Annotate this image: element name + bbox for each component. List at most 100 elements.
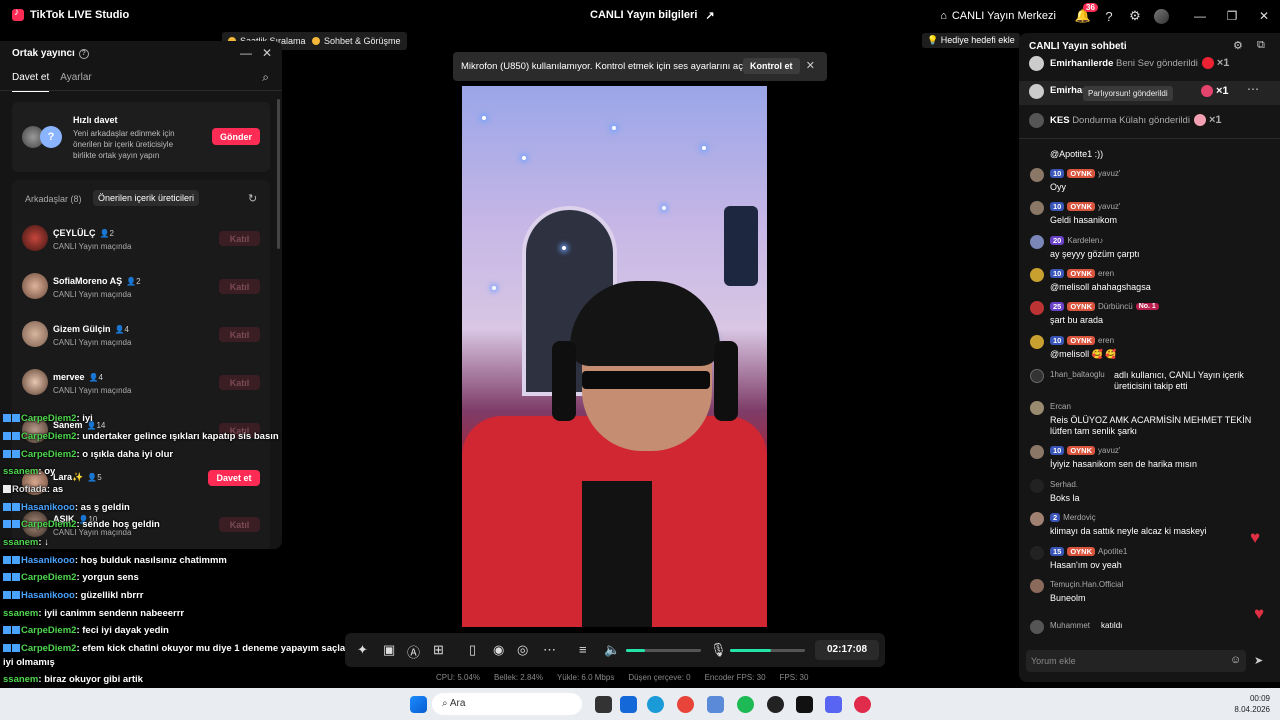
stats-bar: CPU: 5.04% Bellek: 2.84% Yükle: 6.0 Mbps…	[436, 673, 808, 682]
gift-tooltip: Parlıyorsun! gönderildi	[1083, 86, 1173, 101]
creator-status: CANLI Yayın maçında	[53, 338, 132, 347]
creator-status: CANLI Yayın maçında	[53, 386, 132, 395]
tiktok-icon[interactable]	[796, 696, 813, 713]
chat-meet-label: Sohbet & Görüşme	[324, 36, 401, 46]
join-button[interactable]: Katıl	[219, 279, 260, 294]
windows-start-icon[interactable]	[410, 696, 427, 713]
creator-status: CANLI Yayın maçında	[53, 242, 132, 251]
live-chat-panel: CANLI Yayın sohbeti ⚙ ⧉ Emirhanilerde Be…	[1019, 33, 1280, 682]
headset-right	[714, 341, 738, 421]
heart-icon: ♥	[1254, 604, 1265, 623]
title-bar: TikTok LIVE Studio CANLI Yayın bilgileri…	[0, 0, 1280, 32]
send-icon[interactable]: ➤	[1254, 654, 1263, 667]
discord-icon[interactable]	[825, 696, 842, 713]
record-icon[interactable]: ◉	[493, 642, 504, 658]
popout-icon[interactable]: ⧉	[1257, 39, 1265, 52]
avatar	[22, 273, 48, 299]
chat-meet-icon	[312, 37, 320, 45]
creator-status: CANLI Yayın maçında	[53, 290, 132, 299]
creator-item: Gizem Gülçin 👤4 CANLI Yayın maçında Katıl	[22, 321, 267, 355]
join-button[interactable]: Katıl	[219, 231, 260, 246]
live-info-label: CANLI Yayın bilgileri	[590, 9, 698, 21]
tab-invite[interactable]: Davet et	[12, 72, 50, 92]
gift-icon	[1193, 114, 1206, 127]
chat-title: CANLI Yayın sohbeti	[1029, 41, 1127, 52]
ai-icon[interactable]: Ⓐ	[407, 642, 420, 661]
mic-slider[interactable]	[730, 649, 805, 652]
avatar[interactable]	[1148, 0, 1174, 32]
creator-item: mervee 👤4 CANLI Yayın maçında Katıl	[22, 369, 267, 403]
live-timer: 02:17:08	[815, 640, 879, 660]
equalizer-icon[interactable]: ≡	[579, 642, 587, 657]
overlay-chat: CarpeDiem2: iyi CarpeDiem2: undertaker g…	[3, 413, 349, 685]
bell-icon[interactable]: 🔔 36	[1070, 0, 1098, 32]
camera-preview	[462, 86, 767, 627]
taskbar-search[interactable]: ⌕ Ara	[432, 693, 582, 715]
gear-icon[interactable]: ⚙	[1122, 0, 1148, 32]
emoji-icon[interactable]: ☺	[1230, 654, 1241, 666]
close-button[interactable]: ✕	[1248, 0, 1280, 32]
live-info-button[interactable]: CANLI Yayın bilgileri ↗	[590, 9, 715, 22]
tab-settings[interactable]: Ayarlar	[60, 72, 92, 92]
outlook-icon[interactable]	[620, 696, 637, 713]
share-icon: ↗	[705, 10, 715, 22]
edge-icon[interactable]	[647, 696, 664, 713]
upload-stat: Yükle: 6.0 Mbps	[556, 673, 615, 682]
chat-meet-chip[interactable]: Sohbet & Görüşme	[306, 32, 407, 50]
mic-icon[interactable]: 🎙	[710, 642, 727, 658]
gift-row: KES Dondurma Külahı gönderildi ×1	[1019, 110, 1280, 134]
minimize-icon[interactable]: —	[240, 46, 252, 60]
tiktok-live-icon[interactable]	[854, 696, 871, 713]
gear-icon[interactable]: ⚙	[1233, 39, 1243, 52]
mic-warning-banner: Mikrofon (U850) kullanılamıyor. Kontrol …	[453, 52, 827, 81]
scrollbar[interactable]	[277, 99, 280, 249]
camera-settings-icon[interactable]: ◎	[517, 642, 528, 658]
maximize-button[interactable]: ❐	[1216, 0, 1248, 32]
more-icon[interactable]: ⋯	[543, 642, 556, 658]
volume-slider[interactable]	[626, 649, 701, 652]
chrome-icon[interactable]	[677, 696, 694, 713]
refresh-icon[interactable]: ↻	[248, 192, 257, 205]
close-icon[interactable]: ✕	[806, 59, 815, 72]
clock-date: 8.04.2026	[1234, 705, 1270, 714]
avatar	[1029, 113, 1044, 128]
creator-count: 2	[109, 229, 114, 238]
tab-suggested[interactable]: Önerilen içerik üreticileri	[93, 190, 200, 206]
send-button[interactable]: Gönder	[212, 128, 260, 145]
sunglasses	[582, 371, 710, 389]
plus-box-icon[interactable]: ⊞	[433, 642, 444, 658]
cohost-title-text: Ortak yayıncı	[12, 48, 75, 59]
settings-icon[interactable]	[707, 696, 724, 713]
home-icon: ⌂	[940, 10, 947, 22]
magic-wand-icon[interactable]: ✦	[357, 642, 368, 658]
minimize-button[interactable]: —	[1184, 0, 1216, 32]
spotify-icon[interactable]	[737, 696, 754, 713]
windows-taskbar: ⌕ Ara 00:09 8.04.2026	[0, 688, 1280, 720]
check-button[interactable]: Kontrol et	[743, 58, 800, 74]
tab-friends[interactable]: Arkadaşlar (8)	[25, 194, 82, 204]
comment-input[interactable]: Yorum ekle	[1026, 650, 1246, 672]
effects-icon[interactable]: ▣	[383, 642, 395, 658]
tiktok-logo-icon	[12, 7, 24, 21]
fps-stat: FPS: 30	[779, 673, 809, 682]
gift-goal-button[interactable]: 💡 Hediye hedefi ekle	[922, 33, 1020, 48]
app-title: TikTok LIVE Studio	[12, 7, 129, 21]
gift-icon	[1201, 85, 1213, 98]
search-icon[interactable]: ⌕	[262, 70, 269, 85]
join-button[interactable]: Katıl	[219, 327, 260, 342]
creator-count: 2	[136, 277, 141, 286]
help-icon[interactable]: ?	[1096, 0, 1122, 32]
phone-icon[interactable]: ▯	[469, 642, 476, 658]
live-center-button[interactable]: ⌂ CANLI Yayın Merkezi	[940, 10, 1056, 22]
app-icon[interactable]	[767, 696, 784, 713]
avatar	[22, 321, 48, 347]
quick-invite-description: Yeni arkadaşlar edinmek için önerilen bi…	[73, 129, 175, 160]
speaker-icon[interactable]: 🔈	[604, 642, 620, 658]
system-clock: 00:09 8.04.2026	[1234, 693, 1270, 715]
creator-name: Gizem Gülçin	[53, 324, 111, 334]
join-button[interactable]: Katıl	[219, 375, 260, 390]
more-icon[interactable]: ⋯	[1247, 82, 1259, 96]
task-view-icon[interactable]	[595, 696, 612, 713]
close-icon[interactable]: ✕	[262, 46, 272, 60]
help-icon[interactable]: ?	[78, 48, 89, 59]
